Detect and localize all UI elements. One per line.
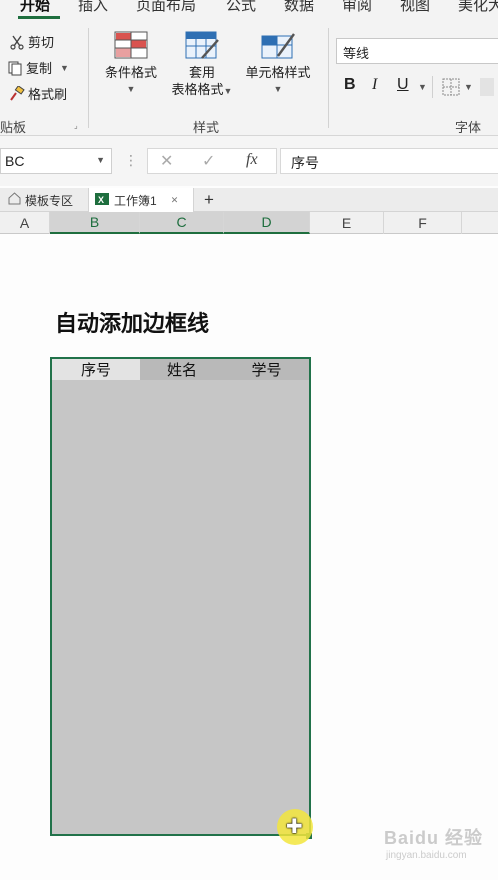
add-workbook-button[interactable]: + <box>200 188 218 212</box>
conditional-format-icon <box>113 30 149 60</box>
ribbon: 剪切 复制 ▼ 格式刷 贴板 ⌟ 条件格式 ▼ 套用 表格格式▼ 单元格样式 ▼… <box>0 20 498 136</box>
name-box[interactable]: BC ▼ <box>0 148 112 174</box>
clipboard-group-label: 贴板 <box>0 120 27 135</box>
header-cell-name[interactable]: 姓名 <box>140 359 224 380</box>
column-header-c[interactable]: C <box>140 212 224 234</box>
conditional-format-button[interactable]: 条件格式 ▼ <box>98 30 164 98</box>
formula-input[interactable]: 序号 <box>280 148 498 174</box>
tab-review[interactable]: 审阅 <box>342 0 372 15</box>
cell-style-dropdown-icon: ▼ <box>273 84 283 94</box>
excel-file-icon: X <box>95 192 109 209</box>
selected-range[interactable]: 序号 姓名 学号 <box>50 357 311 836</box>
format-painter-label: 格式刷 <box>28 87 68 102</box>
ribbon-tab-bar: 开始 插入 页面布局 公式 数据 审阅 视图 美化大 <box>0 0 498 20</box>
font-group-label: 字体 <box>455 120 482 135</box>
drag-handle-icon[interactable]: ⋮ <box>124 152 138 169</box>
tab-formulas[interactable]: 公式 <box>226 0 256 15</box>
name-box-value: BC <box>5 153 25 169</box>
formula-bar: BC ▼ ⋮ ✕ ✓ fx 序号 <box>0 136 498 186</box>
cut-button[interactable]: 剪切 <box>8 32 54 51</box>
watermark: Baidu 经验 jingyan.baidu.com <box>384 820 496 874</box>
italic-button[interactable]: I <box>372 76 377 94</box>
tab-page-layout[interactable]: 页面布局 <box>136 0 196 15</box>
tab-insert[interactable]: 插入 <box>78 0 108 15</box>
cell-style-button[interactable]: 单元格样式 ▼ <box>240 30 316 98</box>
column-header-g[interactable]: G <box>462 212 498 234</box>
cell-style-label: 单元格样式 <box>245 65 311 80</box>
active-tab-indicator <box>18 16 60 19</box>
paintbrush-icon <box>8 85 26 103</box>
tab-beautify[interactable]: 美化大 <box>458 0 498 15</box>
tab-data[interactable]: 数据 <box>284 0 314 15</box>
column-header-b[interactable]: B <box>50 212 140 234</box>
header-cell-student-id[interactable]: 学号 <box>224 359 309 380</box>
column-header-a[interactable]: A <box>0 212 50 234</box>
conditional-format-label: 条件格式 <box>104 65 157 80</box>
cross-cursor-icon: ✚ <box>286 816 303 838</box>
insert-function-icon[interactable]: fx <box>246 151 258 169</box>
table-format-label-line2: 表格格式 <box>171 82 224 97</box>
workbook-tab[interactable]: X 工作簿1 ✕ <box>88 188 194 212</box>
font-name-select[interactable]: 等线 <box>336 38 498 64</box>
copy-icon <box>6 59 24 77</box>
table-format-label-line1: 套用 <box>188 65 215 80</box>
dialog-launcher-icon[interactable]: ⌟ <box>74 121 78 130</box>
header-cell-number[interactable]: 序号 <box>52 359 140 380</box>
cut-label: 剪切 <box>28 35 55 50</box>
conditional-format-dropdown-icon: ▼ <box>126 84 136 94</box>
table-format-dropdown-icon: ▼ <box>223 86 233 96</box>
watermark-url: jingyan.baidu.com <box>386 850 467 861</box>
watermark-logo: Baidu 经验 <box>384 828 484 848</box>
divider <box>432 76 433 98</box>
worksheet[interactable]: 自动添加边框线 序号 姓名 学号 ✚ Baidu 经验 jingyan.baid… <box>0 234 498 880</box>
group-divider <box>88 28 89 128</box>
column-header-d[interactable]: D <box>224 212 310 234</box>
workbook-tab-label: 工作簿1 <box>114 193 157 208</box>
borders-dropdown-icon[interactable]: ▼ <box>464 82 473 92</box>
template-tab[interactable]: 模板专区 <box>8 188 86 212</box>
tab-view[interactable]: 视图 <box>400 0 430 15</box>
svg-text:X: X <box>98 195 104 205</box>
column-header-e[interactable]: E <box>310 212 384 234</box>
confirm-icon[interactable]: ✓ <box>202 151 215 171</box>
underline-dropdown-icon[interactable]: ▼ <box>418 82 427 92</box>
formula-actions: ✕ ✓ fx <box>147 148 277 174</box>
group-divider <box>328 28 329 128</box>
name-box-dropdown-icon[interactable]: ▼ <box>96 155 105 165</box>
sheet-heading[interactable]: 自动添加边框线 <box>55 306 209 338</box>
scissors-icon <box>8 33 26 51</box>
table-format-icon <box>184 30 220 60</box>
close-tab-icon[interactable]: ✕ <box>171 195 179 206</box>
home-icon <box>8 192 21 208</box>
cell-style-icon <box>260 30 296 60</box>
copy-label: 复制 <box>26 61 53 76</box>
underline-button[interactable]: U <box>397 76 409 94</box>
tab-home[interactable]: 开始 <box>20 0 50 15</box>
cancel-icon[interactable]: ✕ <box>160 151 173 171</box>
workbook-tab-bar: 模板专区 X 工作簿1 ✕ + <box>0 188 498 212</box>
border-grid-icon <box>442 78 460 96</box>
fill-color-button[interactable] <box>480 78 494 96</box>
table-format-button[interactable]: 套用 表格格式▼ <box>166 30 238 100</box>
copy-button[interactable]: 复制 ▼ <box>6 58 69 77</box>
template-tab-label: 模板专区 <box>25 193 74 208</box>
column-header-f[interactable]: F <box>384 212 462 234</box>
format-painter-button[interactable]: 格式刷 <box>8 84 67 103</box>
borders-button[interactable] <box>442 78 460 101</box>
column-headers: A B C D E F G <box>0 212 498 234</box>
bold-button[interactable]: B <box>344 76 356 94</box>
copy-dropdown-icon[interactable]: ▼ <box>60 63 69 73</box>
styles-group-label: 样式 <box>193 120 220 135</box>
